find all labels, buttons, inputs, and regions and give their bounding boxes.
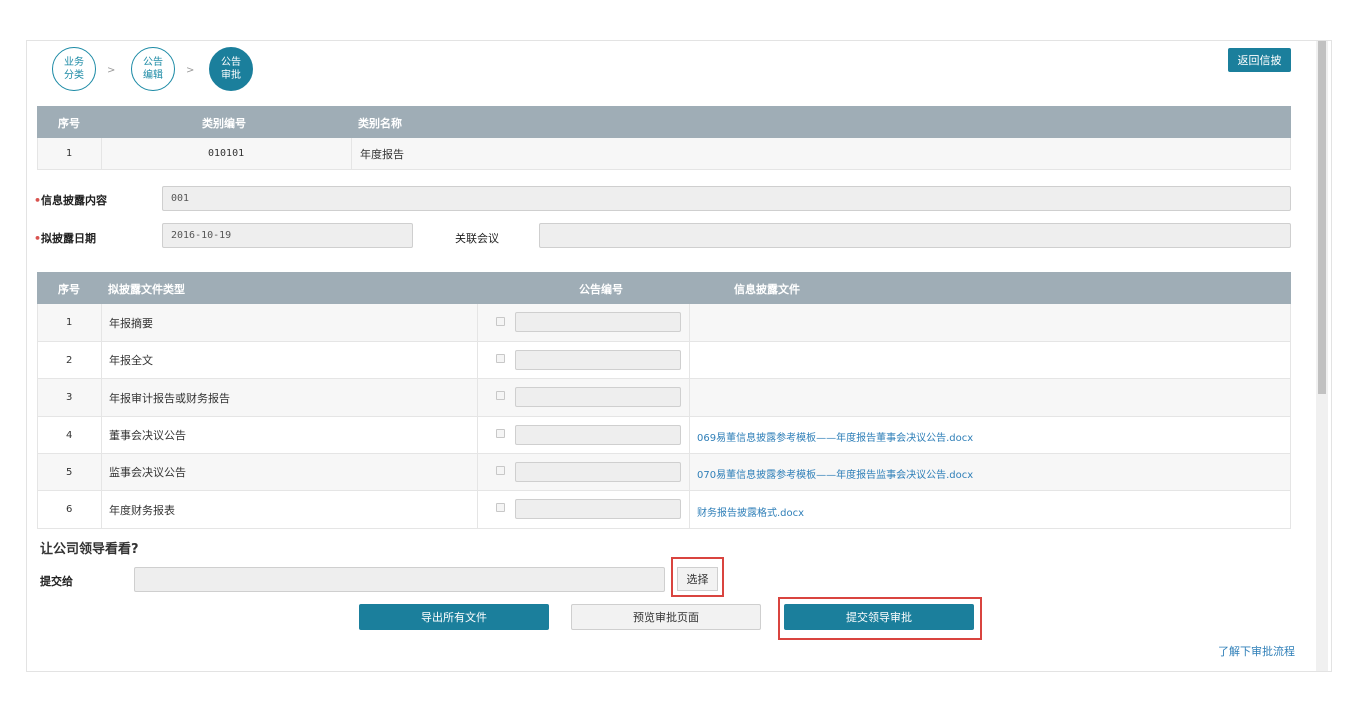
disclosure-file-link[interactable]: 财务报告披露格式.docx bbox=[697, 504, 804, 519]
announcement-no-input[interactable] bbox=[515, 312, 681, 332]
col-announcement-no: 公告编号 bbox=[579, 283, 623, 296]
col-index: 序号 bbox=[58, 117, 80, 130]
col-file-type: 拟披露文件类型 bbox=[108, 283, 185, 296]
preview-approval-button[interactable]: 预览审批页面 bbox=[571, 604, 761, 630]
meeting-label: 关联会议 bbox=[455, 232, 499, 245]
content-field[interactable]: 001 bbox=[162, 186, 1291, 211]
table-row: 2 年报全文 bbox=[37, 342, 1291, 379]
step-chevron-icon: > bbox=[107, 65, 116, 76]
disclosure-file-link[interactable]: 070易董信息披露参考模板——年度报告监事会决议公告.docx bbox=[697, 466, 973, 481]
announcement-no-input[interactable] bbox=[515, 462, 681, 482]
col-category-code: 类别编号 bbox=[202, 117, 246, 130]
table-row: 3 年报审计报告或财务报告 bbox=[37, 379, 1291, 417]
highlight-box bbox=[671, 557, 724, 597]
scrollbar-thumb[interactable] bbox=[1318, 41, 1326, 394]
row-checkbox[interactable] bbox=[496, 354, 505, 363]
row-checkbox[interactable] bbox=[496, 503, 505, 512]
table-row: 1 010101 年度报告 bbox=[37, 138, 1291, 170]
row-checkbox[interactable] bbox=[496, 391, 505, 400]
announcement-no-input[interactable] bbox=[515, 425, 681, 445]
step-business-category[interactable]: 业务分类 bbox=[52, 47, 96, 91]
date-label: •拟披露日期 bbox=[34, 232, 97, 245]
announcement-no-input[interactable] bbox=[515, 499, 681, 519]
col-disclosure-file: 信息披露文件 bbox=[734, 283, 800, 296]
disclosure-file-link[interactable]: 069易董信息披露参考模板——年度报告董事会决议公告.docx bbox=[697, 429, 973, 444]
meeting-field[interactable] bbox=[539, 223, 1291, 248]
col-index: 序号 bbox=[58, 283, 80, 296]
row-checkbox[interactable] bbox=[496, 466, 505, 475]
announcement-no-input[interactable] bbox=[515, 387, 681, 407]
announcement-no-input[interactable] bbox=[515, 350, 681, 370]
table-row: 5 监事会决议公告 070易董信息披露参考模板——年度报告监事会决议公告.doc… bbox=[37, 454, 1291, 491]
submit-to-field[interactable] bbox=[134, 567, 665, 592]
submit-to-label: 提交给 bbox=[40, 575, 73, 588]
date-field[interactable]: 2016-10-19 bbox=[162, 223, 413, 248]
table-row: 1 年报摘要 bbox=[37, 304, 1291, 342]
step-announcement-edit[interactable]: 公告编辑 bbox=[131, 47, 175, 91]
highlight-box bbox=[778, 597, 982, 640]
row-checkbox[interactable] bbox=[496, 429, 505, 438]
content-label: •信息披露内容 bbox=[34, 194, 108, 207]
approval-process-help-link[interactable]: 了解下审批流程 bbox=[1218, 643, 1295, 659]
category-table-header: 序号 类别编号 类别名称 bbox=[37, 106, 1291, 138]
return-button[interactable]: 返回信披 bbox=[1228, 48, 1291, 72]
file-table-header: 序号 拟披露文件类型 公告编号 信息披露文件 bbox=[37, 272, 1291, 304]
row-category-name: 年度报告 bbox=[360, 147, 404, 161]
step-announcement-approval[interactable]: 公告审批 bbox=[209, 47, 253, 91]
col-category-name: 类别名称 bbox=[358, 117, 402, 130]
row-category-code: 010101 bbox=[208, 148, 245, 159]
step-chevron-icon: > bbox=[186, 65, 195, 76]
table-row: 6 年度财务报表 财务报告披露格式.docx bbox=[37, 491, 1291, 529]
export-all-files-button[interactable]: 导出所有文件 bbox=[359, 604, 549, 630]
row-checkbox[interactable] bbox=[496, 317, 505, 326]
table-row: 4 董事会决议公告 069易董信息披露参考模板——年度报告董事会决议公告.doc… bbox=[37, 417, 1291, 454]
row-index: 1 bbox=[66, 148, 73, 159]
approval-section-title: 让公司领导看看? bbox=[40, 542, 139, 557]
